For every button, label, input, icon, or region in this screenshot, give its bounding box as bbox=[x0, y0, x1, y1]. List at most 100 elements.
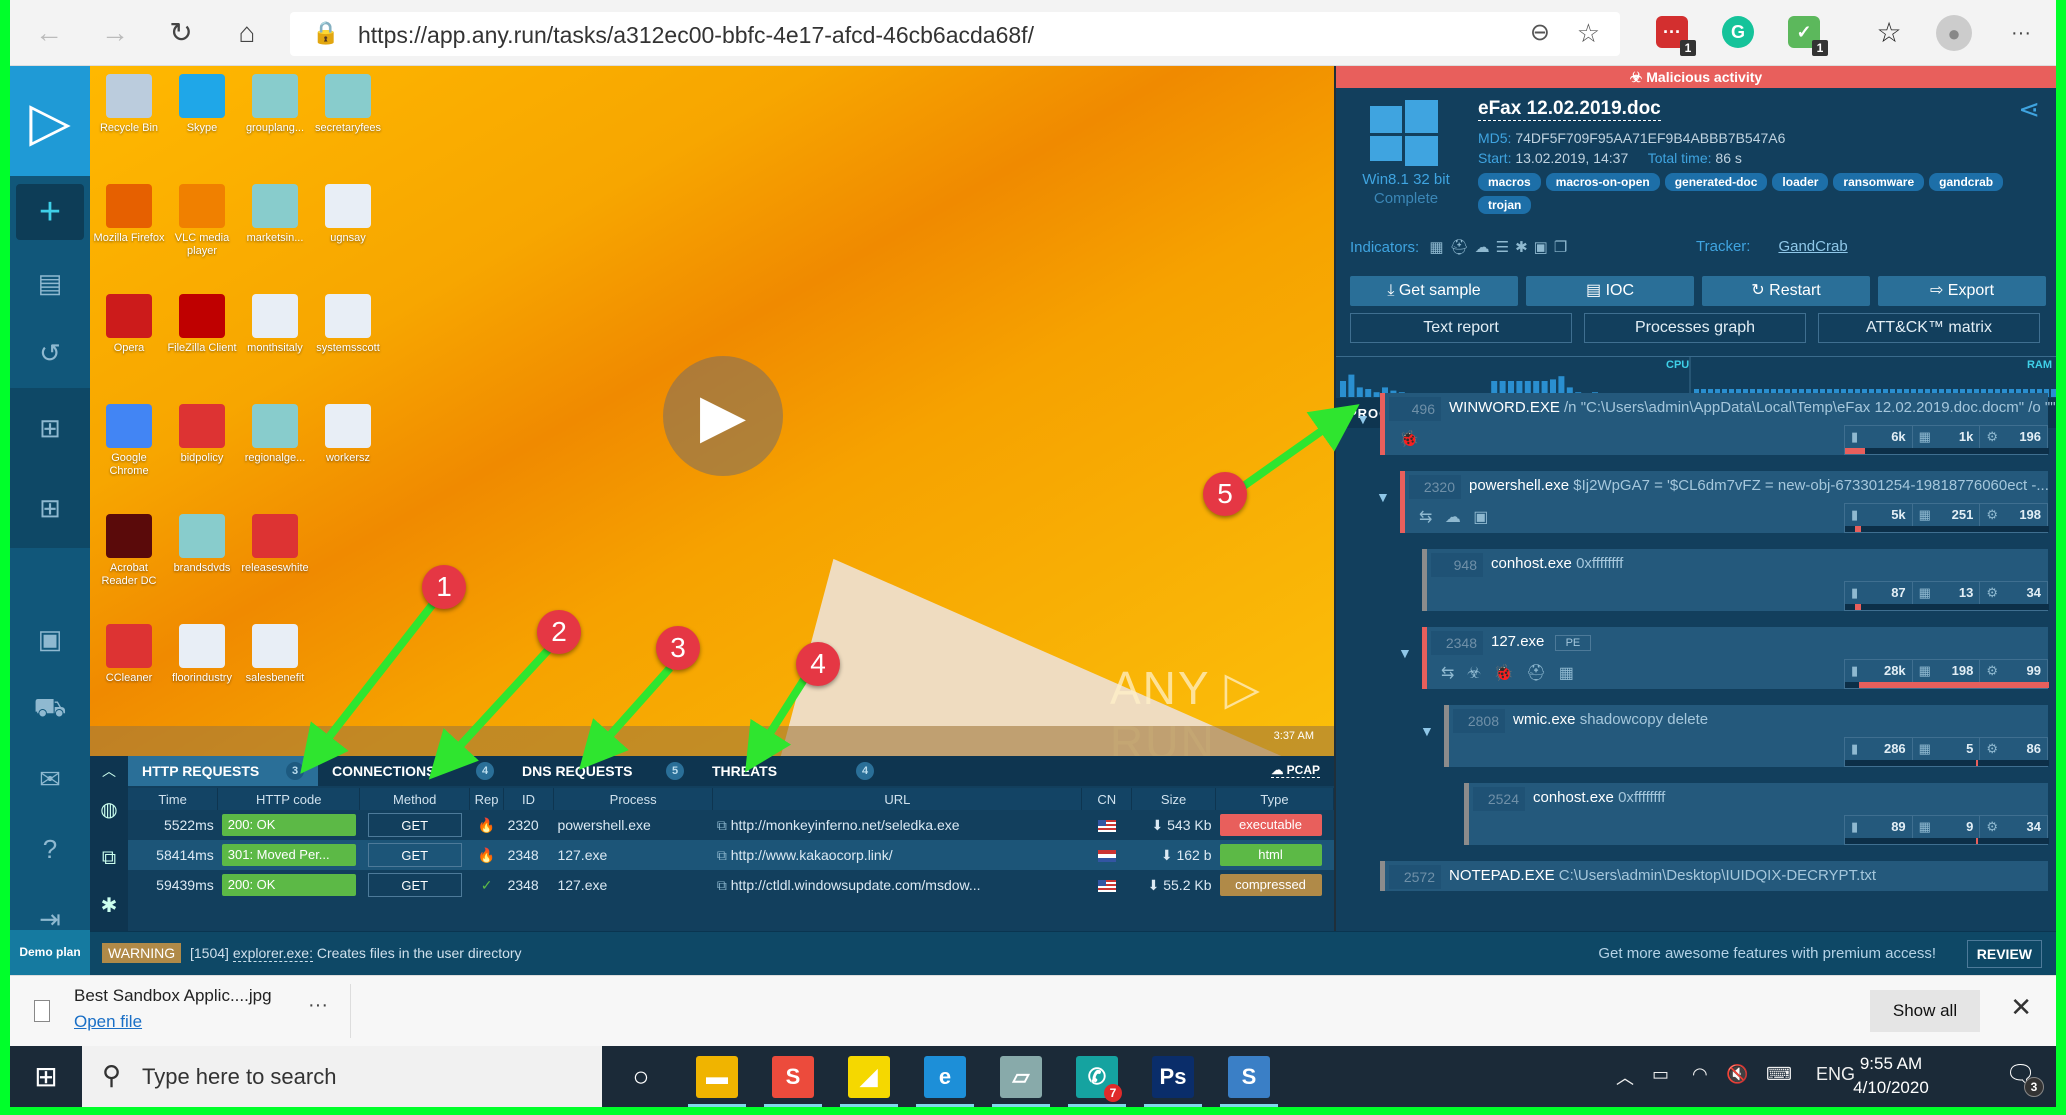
files-icon[interactable]: ⧉ bbox=[90, 834, 128, 882]
process-row[interactable]: 496 WINWORD.EXE /n "C:\Users\admin\AppDat… bbox=[1380, 393, 2056, 455]
table-row[interactable]: 58414ms 301: Moved Per... GET 🔥 2348 127.exe ⧉… bbox=[128, 840, 1334, 870]
desktop-icon[interactable]: FileZilla Client bbox=[165, 294, 239, 355]
expand-caret-icon[interactable]: ▼ bbox=[1420, 723, 1434, 739]
process-row[interactable]: 2524 conhost.exe 0xffffffff ▮ 89 ▦ 9 ⚙ 34 bbox=[1464, 783, 2049, 845]
column-header[interactable]: Type bbox=[1215, 788, 1334, 810]
expand-caret-icon[interactable]: ▼ bbox=[1356, 411, 1370, 427]
keyboard-icon[interactable]: ⌨ bbox=[1766, 1064, 1792, 1085]
help-icon[interactable]: ? bbox=[10, 814, 90, 884]
profile-icon[interactable]: ● bbox=[1936, 15, 1972, 51]
plan-label[interactable]: Demo plan bbox=[10, 930, 90, 975]
desktop-icon[interactable]: releaseswhite bbox=[238, 514, 312, 575]
desktop-icon[interactable]: secretaryfees bbox=[311, 74, 385, 135]
attck-matrix-button[interactable]: ATT&CK™ matrix bbox=[1818, 313, 2040, 343]
review-button[interactable]: REVIEW bbox=[1966, 940, 2042, 968]
notification-center-icon[interactable]: 🗨 3 bbox=[2006, 1060, 2044, 1097]
desktop-icon[interactable]: VLC media player bbox=[165, 184, 239, 258]
stack-fire-icon[interactable]: ☰ bbox=[1496, 239, 1509, 256]
text-report-button[interactable]: Text report bbox=[1350, 313, 1572, 343]
whatsapp-icon[interactable]: ✆ 7 bbox=[1068, 1056, 1126, 1107]
desktop-icon[interactable]: Google Chrome bbox=[92, 404, 166, 478]
tracker-link[interactable]: GandCrab bbox=[1778, 238, 1847, 255]
tab-connections[interactable]: CONNECTIONS 4 bbox=[318, 756, 508, 786]
column-header[interactable]: Time bbox=[128, 788, 219, 810]
process-cell[interactable]: powershell.exe bbox=[553, 810, 712, 840]
spy-icon[interactable]: ⛑ bbox=[1450, 239, 1469, 256]
tag-badge[interactable]: loader bbox=[1772, 173, 1829, 191]
copy-icon[interactable]: ⧉ bbox=[717, 847, 731, 863]
profile-card-icon[interactable]: ▣ bbox=[10, 604, 90, 674]
expand-caret-icon[interactable]: ▼ bbox=[1398, 645, 1412, 661]
desktop-icon[interactable]: floorindustry bbox=[165, 624, 239, 685]
download-more-button[interactable]: ··· bbox=[308, 994, 328, 1017]
desktop-icon[interactable]: Recycle Bin bbox=[92, 74, 166, 135]
column-header[interactable]: Method bbox=[359, 788, 471, 810]
show-hidden-icons[interactable]: ︿ bbox=[1616, 1064, 1634, 1090]
desktop-icon[interactable]: workersz bbox=[311, 404, 385, 465]
lastpass-extension-icon[interactable]: ··· 1 bbox=[1656, 16, 1696, 56]
tag-badge[interactable]: ransomware bbox=[1833, 173, 1925, 191]
close-icon[interactable]: ✕ bbox=[2010, 992, 2032, 1023]
notes-app-icon[interactable]: ▱ bbox=[992, 1056, 1050, 1107]
expand-caret-icon[interactable]: ▼ bbox=[1376, 489, 1390, 505]
process-row[interactable]: 948 conhost.exe 0xffffffff ▮ 87 ▦ 13 ⚙ 34 bbox=[1422, 549, 2049, 611]
desktop-icon[interactable]: bidpolicy bbox=[165, 404, 239, 465]
vm-screen[interactable]: Recycle Bin Skype grouplang... secretaryfee… bbox=[90, 66, 1334, 756]
desktop-icon[interactable]: monthsitaly bbox=[238, 294, 312, 355]
show-all-button[interactable]: Show all bbox=[1870, 990, 1980, 1032]
column-header[interactable]: ID bbox=[503, 788, 554, 810]
table-row[interactable]: 5522ms 200: OK GET 🔥 2320 powershell.exe ⧉ htt… bbox=[128, 810, 1334, 840]
desktop-icon[interactable]: ugnsay bbox=[311, 184, 385, 245]
mail-icon[interactable]: ✉ bbox=[10, 744, 90, 814]
bug-icon[interactable]: ✱ bbox=[1515, 239, 1528, 256]
url-cell[interactable]: ⧉ http://ctldl.windowsupdate.com/msdow..… bbox=[713, 870, 1082, 900]
app-s-red-icon[interactable]: S bbox=[764, 1056, 822, 1107]
refresh-icon[interactable]: ↻ bbox=[162, 14, 200, 52]
tag-badge[interactable]: macros-on-open bbox=[1545, 173, 1660, 191]
snagit-icon[interactable]: S bbox=[1220, 1056, 1278, 1107]
share-icon[interactable]: ⋖ bbox=[2018, 94, 2040, 125]
desktop-icon[interactable]: Mozilla Firefox bbox=[92, 184, 166, 245]
clock[interactable]: 9:55 AM 4/10/2020 bbox=[1836, 1052, 1946, 1100]
copy-icon[interactable]: ⧉ bbox=[717, 817, 731, 833]
url-cell[interactable]: ⧉ http://monkeyinferno.net/seledka.exe bbox=[713, 810, 1082, 840]
new-task-icon[interactable]: + bbox=[16, 184, 84, 240]
cortana-icon[interactable]: ○ bbox=[620, 1056, 662, 1098]
column-header[interactable]: URL bbox=[712, 788, 1083, 810]
processes-graph-button[interactable]: Processes graph bbox=[1584, 313, 1806, 343]
photoshop-icon[interactable]: Ps bbox=[1144, 1056, 1202, 1107]
edge-icon[interactable]: e bbox=[916, 1056, 974, 1107]
adguard-extension-icon[interactable]: ✓ 1 bbox=[1788, 16, 1828, 56]
column-header[interactable]: CN bbox=[1081, 788, 1133, 810]
file-name[interactable]: eFax 12.02.2019.doc bbox=[1478, 98, 1661, 121]
exe-icon[interactable]: ▣ bbox=[1534, 239, 1548, 256]
address-bar[interactable]: 🔒 https://app.any.run/tasks/a312ec00-bbf… bbox=[290, 12, 1620, 56]
more-icon[interactable]: ··· bbox=[2002, 14, 2040, 52]
desktop-icon[interactable]: systemsscott bbox=[311, 294, 385, 355]
tab-dns-requests[interactable]: DNS REQUESTS 5 bbox=[508, 756, 698, 786]
windows-icon-2[interactable]: ⊞ bbox=[10, 468, 90, 548]
zoom-out-icon[interactable]: ⊖ bbox=[1530, 18, 1550, 47]
desktop-icon[interactable]: Skype bbox=[165, 74, 239, 135]
desktop-icon[interactable]: CCleaner bbox=[92, 624, 166, 685]
globe-icon[interactable]: ◍ bbox=[90, 786, 128, 834]
add-favorite-icon[interactable]: ☆ bbox=[1577, 18, 1600, 49]
collapse-panel-icon[interactable]: ︿ bbox=[90, 756, 128, 786]
windows-icon[interactable]: ⊞ bbox=[10, 388, 90, 468]
taskbar-search[interactable]: ⚲ Type here to search bbox=[82, 1046, 602, 1107]
certificate-icon[interactable]: ▦ bbox=[1429, 239, 1443, 256]
process-cell[interactable]: 127.exe bbox=[553, 840, 713, 870]
column-header[interactable]: Rep bbox=[469, 788, 505, 810]
wifi-icon[interactable]: ◠ bbox=[1692, 1064, 1708, 1085]
column-header[interactable]: Size bbox=[1131, 788, 1216, 810]
pcap-download-button[interactable]: ☁ PCAP bbox=[1271, 763, 1320, 778]
desktop-icon[interactable]: brandsdvds bbox=[165, 514, 239, 575]
cart-icon[interactable]: ⛟ bbox=[10, 674, 90, 744]
forward-icon[interactable]: → bbox=[96, 14, 134, 52]
desktop-icon[interactable]: Opera bbox=[92, 294, 166, 355]
home-icon[interactable]: ⌂ bbox=[228, 14, 266, 52]
tab-threats[interactable]: THREATS 4 bbox=[698, 756, 888, 786]
url-cell[interactable]: ⧉ http://www.kakaocorp.link/ bbox=[712, 840, 1082, 870]
favorites-icon[interactable]: ☆ bbox=[1870, 14, 1908, 52]
restart-button[interactable]: ↻ Restart bbox=[1702, 276, 1870, 306]
